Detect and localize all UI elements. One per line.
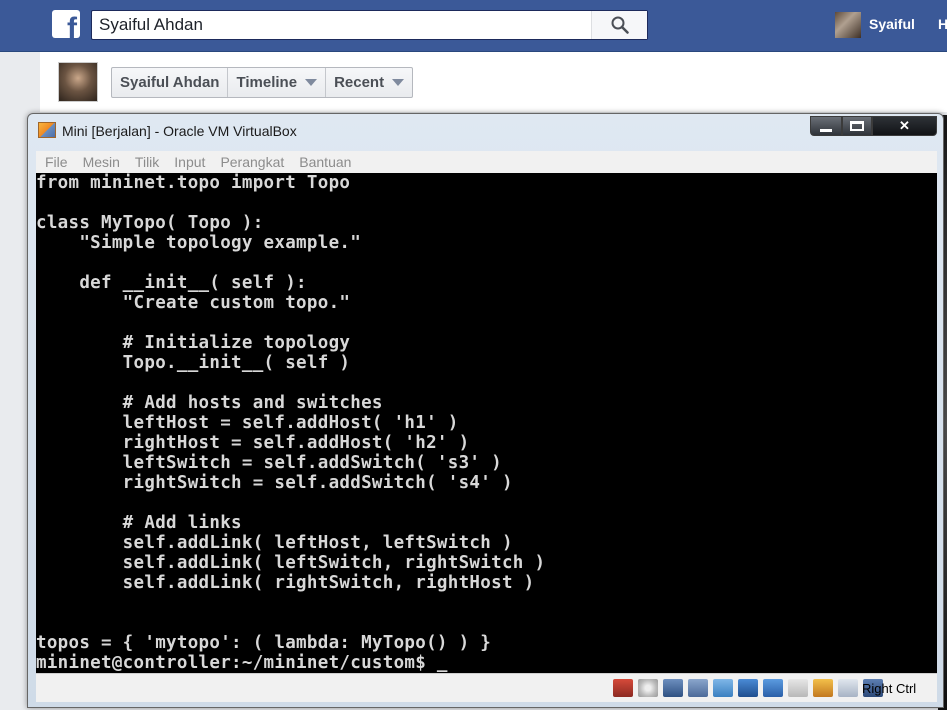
host-key-label: Right Ctrl [862,681,917,696]
shared-folders-icon[interactable] [713,679,733,697]
window-title: Mini [Berjalan] - Oracle VM VirtualBox [62,123,297,139]
search-icon [611,16,629,34]
menu-mesin[interactable]: Mesin [83,154,120,170]
cpu-icon[interactable] [813,679,833,697]
audio-icon[interactable] [663,679,683,697]
minimize-button[interactable] [810,116,842,136]
virtualbox-app-icon[interactable] [38,122,56,138]
user-name: Syaiful [869,16,915,32]
menu-bantuan[interactable]: Bantuan [299,154,351,170]
chevron-down-icon [305,79,318,86]
maximize-icon [850,121,864,131]
menu-tilik[interactable]: Tilik [135,154,159,170]
mouse-integration-icon[interactable] [838,679,858,697]
facebook-logo-icon[interactable]: f [52,10,80,38]
nav-timeline-dropdown[interactable]: Timeline [228,68,327,97]
home-link[interactable]: H [938,16,947,32]
menu-file[interactable]: File [45,154,68,170]
usb-icon[interactable] [688,679,708,697]
nav-profile-name-label: Syaiful Ahdan [120,74,220,91]
device-icons [613,679,888,697]
hard-disk-icon[interactable] [613,679,633,697]
chevron-down-icon [392,79,405,86]
nav-recent-label: Recent [334,74,385,91]
console-text: from mininet.topo import Topo class MyTo… [36,173,546,673]
nav-recent-dropdown[interactable]: Recent [326,68,412,97]
display-icon[interactable] [738,679,758,697]
profile-avatar[interactable] [58,62,98,102]
virtualbox-window: Mini [Berjalan] - Oracle VM VirtualBox ✕… [27,113,944,708]
menu-input[interactable]: Input [174,154,205,170]
video-capture-icon[interactable] [788,679,808,697]
status-bar: Right Ctrl [36,673,937,702]
search-button[interactable] [591,11,647,39]
close-button[interactable]: ✕ [872,116,937,136]
minimize-icon [820,128,832,132]
network-icon[interactable] [763,679,783,697]
breadcrumb: Syaiful Ahdan Timeline Recent [111,67,414,98]
avatar [835,12,861,38]
close-icon: ✕ [899,118,910,133]
guest-console-screen[interactable]: from mininet.topo import Topo class MyTo… [36,173,937,673]
profile-nav-row: Syaiful Ahdan Timeline Recent [40,52,947,112]
menu-perangkat[interactable]: Perangkat [220,154,284,170]
facebook-top-bar: f Syaiful H [0,0,947,52]
search-input[interactable] [92,11,592,39]
nav-profile-name[interactable]: Syaiful Ahdan [112,68,229,97]
window-controls: ✕ [810,116,937,136]
optical-drive-icon[interactable] [638,679,658,697]
nav-timeline-label: Timeline [236,74,298,91]
search-box [91,10,648,40]
maximize-button[interactable] [842,116,872,136]
menu-bar: File Mesin Tilik Input Perangkat Bantuan [36,151,937,173]
